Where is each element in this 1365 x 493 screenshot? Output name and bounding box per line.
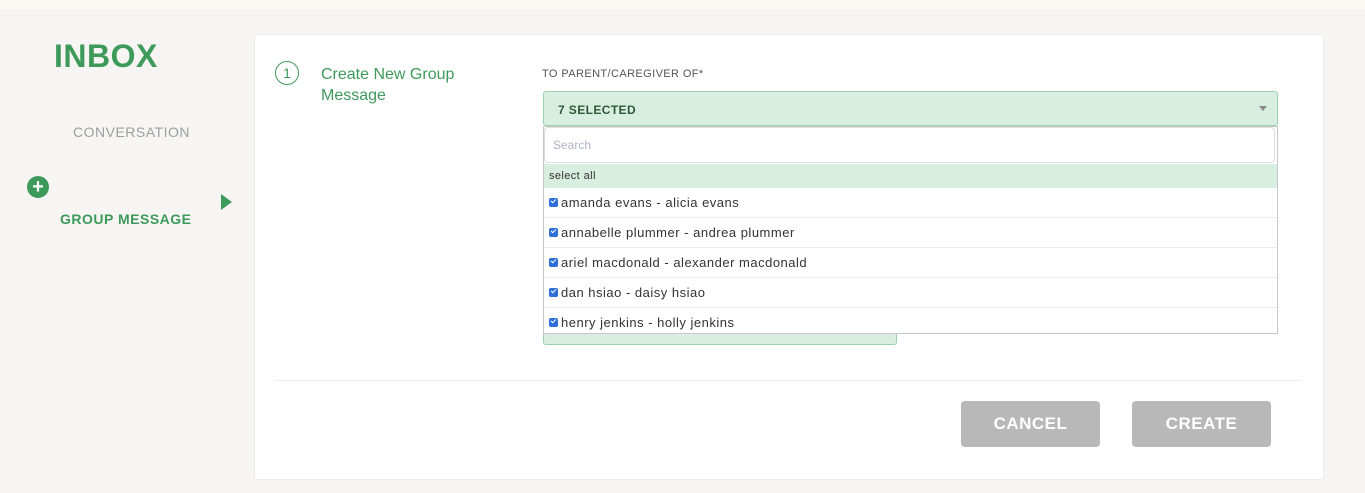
recipient-option[interactable]: henry jenkins - holly jenkins [544,308,1277,333]
recipient-option[interactable]: ariel macdonald - alexander macdonald [544,248,1277,278]
recipient-option-label: amanda evans - alicia evans [561,194,740,210]
sidebar-item-group-message[interactable]: GROUP MESSAGE [60,211,192,227]
checkbox-checked-icon[interactable] [549,288,558,297]
recipient-dropdown: select all amanda evans - alicia evans a… [543,126,1278,334]
recipient-field-label: TO PARENT/CAREGIVER OF* [542,68,704,80]
step-number-badge: 1 [275,61,299,85]
sidebar: INBOX CONVERSATION + GROUP MESSAGE [0,0,250,493]
recipient-option-label: annabelle plummer - andrea plummer [561,224,795,240]
plus-circle-icon[interactable]: + [27,176,49,198]
checkbox-checked-icon[interactable] [549,318,558,327]
recipient-option-label: ariel macdonald - alexander macdonald [561,254,808,270]
checkbox-checked-icon[interactable] [549,228,558,237]
selected-count: 7 SELECTED [558,103,637,117]
recipient-option[interactable]: annabelle plummer - andrea plummer [544,218,1277,248]
recipient-search-input[interactable] [544,127,1275,163]
footer-divider [275,380,1301,381]
recipient-option[interactable]: dan hsiao - daisy hsiao [544,278,1277,308]
chevron-down-icon[interactable] [1259,106,1267,111]
step-title: Create New Group Message [321,66,455,104]
group-message-card: 1 Create New Group Message TO PARENT/CAR… [254,34,1324,480]
create-button[interactable]: CREATE [1132,401,1271,447]
inbox-title: INBOX [54,38,158,74]
checkbox-checked-icon[interactable] [549,198,558,207]
recipient-option-label: henry jenkins - holly jenkins [561,314,735,330]
recipient-option[interactable]: amanda evans - alicia evans [544,188,1277,218]
cancel-button[interactable]: CANCEL [961,401,1100,447]
recipient-select[interactable]: 7 SELECTED [543,91,1278,126]
sidebar-item-conversation[interactable]: CONVERSATION [73,124,190,140]
recipient-option-label: dan hsiao - daisy hsiao [561,284,706,300]
active-arrow-icon [221,194,232,210]
checkbox-checked-icon[interactable] [549,258,558,267]
select-all-option[interactable]: select all [544,164,1277,188]
